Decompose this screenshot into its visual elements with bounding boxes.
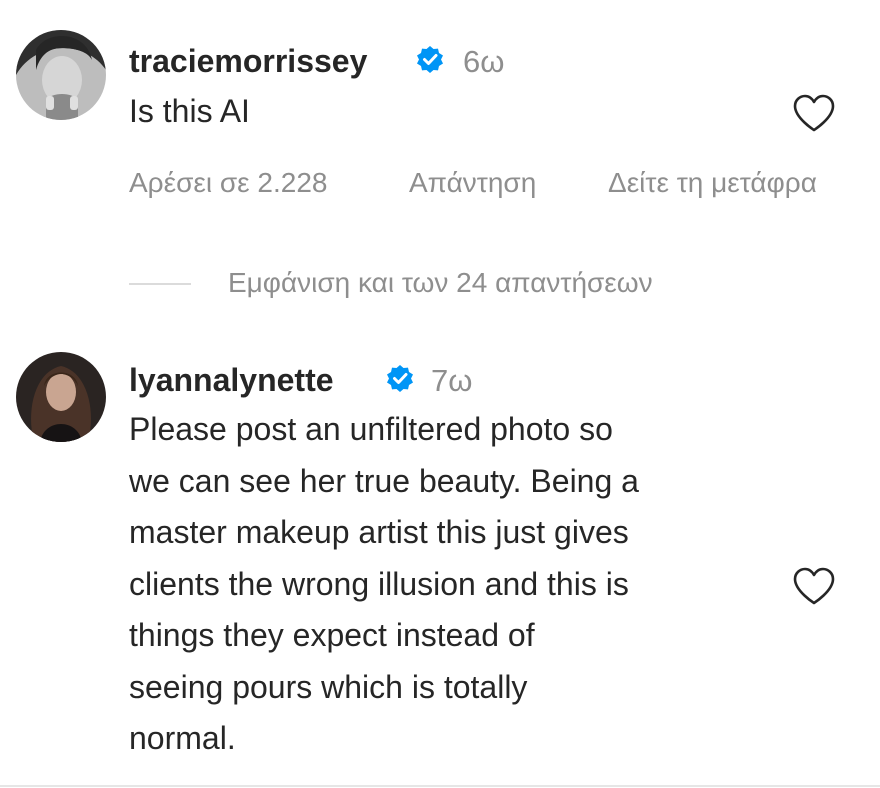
avatar[interactable] xyxy=(16,30,106,120)
comment-username[interactable]: lyannalynette xyxy=(129,362,334,399)
view-replies-button[interactable]: Εμφάνιση και των 24 απαντήσεων xyxy=(228,267,653,299)
comment-username[interactable]: traciemorrissey xyxy=(129,43,367,80)
comment-text: Please post an unfiltered photo so we ca… xyxy=(129,411,639,756)
heart-outline-icon[interactable] xyxy=(792,93,836,133)
list-bottom-divider xyxy=(0,785,880,787)
replies-divider xyxy=(129,283,191,285)
verified-badge-icon xyxy=(387,365,413,392)
comment-time[interactable]: 7ω xyxy=(431,363,472,399)
heart-outline-icon[interactable] xyxy=(792,566,836,606)
verified-badge-icon xyxy=(417,46,443,73)
reply-button[interactable]: Απάντηση xyxy=(409,167,536,199)
comment-text: Is this AI xyxy=(129,93,250,129)
likes-count[interactable]: Αρέσει σε 2.228 xyxy=(129,167,327,199)
comment-time[interactable]: 6ω xyxy=(463,44,504,80)
see-translation-button[interactable]: Δείτε τη μετάφρα xyxy=(608,167,817,199)
avatar[interactable] xyxy=(16,352,106,442)
